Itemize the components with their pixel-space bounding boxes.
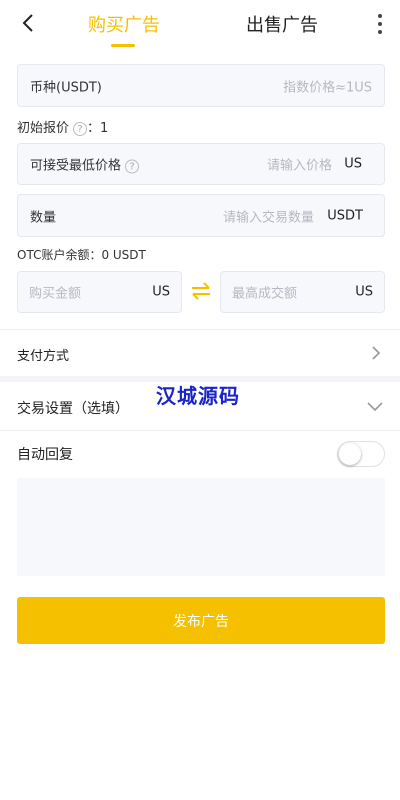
max-amount-input[interactable]: 最高成交额	[232, 283, 297, 302]
chevron-left-icon[interactable]	[18, 12, 40, 34]
currency-field[interactable]: 币种(USDT) 指数价格≈1US	[17, 64, 385, 107]
header: 购买广告 出售广告	[0, 0, 400, 50]
chevron-right-icon	[372, 346, 381, 360]
publish-ad-button[interactable]: 发布广告	[17, 597, 385, 644]
quantity-unit: USDT	[327, 208, 363, 223]
buy-amount-unit: US	[152, 284, 170, 300]
max-amount-field[interactable]: 最高成交额 US	[220, 271, 385, 313]
otc-balance: OTC账户余额：0 USDT	[17, 248, 146, 262]
initial-price-label: 初始报价	[17, 121, 70, 136]
vertical-dots-icon[interactable]	[372, 12, 388, 36]
divider	[0, 430, 400, 431]
initial-price-value: ：1	[87, 121, 109, 136]
tab-buy-ad[interactable]: 购买广告	[88, 11, 160, 37]
chevron-down-icon	[367, 402, 383, 412]
index-price-placeholder: 指数价格≈1US	[283, 80, 372, 95]
active-tab-indicator	[111, 44, 135, 47]
payment-method-row[interactable]: 支付方式	[0, 330, 400, 376]
quantity-field[interactable]: 数量 请输入交易数量 USDT	[17, 194, 385, 237]
payment-method-label: 支付方式	[17, 349, 70, 364]
auto-reply-toggle[interactable]	[337, 441, 385, 467]
trade-settings-label: 交易设置（选填）	[17, 401, 129, 417]
min-price-field[interactable]: 可接受最低价格? 请输入价格 US	[17, 143, 385, 185]
max-amount-unit: US	[355, 284, 373, 300]
help-icon[interactable]: ?	[73, 121, 88, 136]
auto-reply-label: 自动回复	[17, 447, 73, 463]
quantity-input[interactable]: 请输入交易数量	[223, 206, 314, 225]
currency-label: 币种(USDT)	[30, 80, 102, 95]
swap-arrows-icon[interactable]	[190, 280, 212, 302]
auto-reply-textarea[interactable]	[17, 478, 385, 576]
quantity-label: 数量	[30, 210, 57, 225]
min-price-input[interactable]: 请输入价格	[267, 155, 332, 174]
buy-amount-input[interactable]: 购买金额	[29, 283, 81, 302]
initial-price: 初始报价? ：1	[17, 117, 108, 136]
buy-amount-field[interactable]: 购买金额 US	[17, 271, 182, 313]
min-price-label: 可接受最低价格?	[30, 155, 140, 174]
tab-sell-ad[interactable]: 出售广告	[246, 11, 318, 37]
trade-settings-row[interactable]: 交易设置（选填）	[0, 382, 400, 430]
toggle-knob	[339, 443, 361, 465]
help-icon[interactable]: ?	[125, 159, 140, 173]
min-price-unit: US	[344, 156, 362, 172]
